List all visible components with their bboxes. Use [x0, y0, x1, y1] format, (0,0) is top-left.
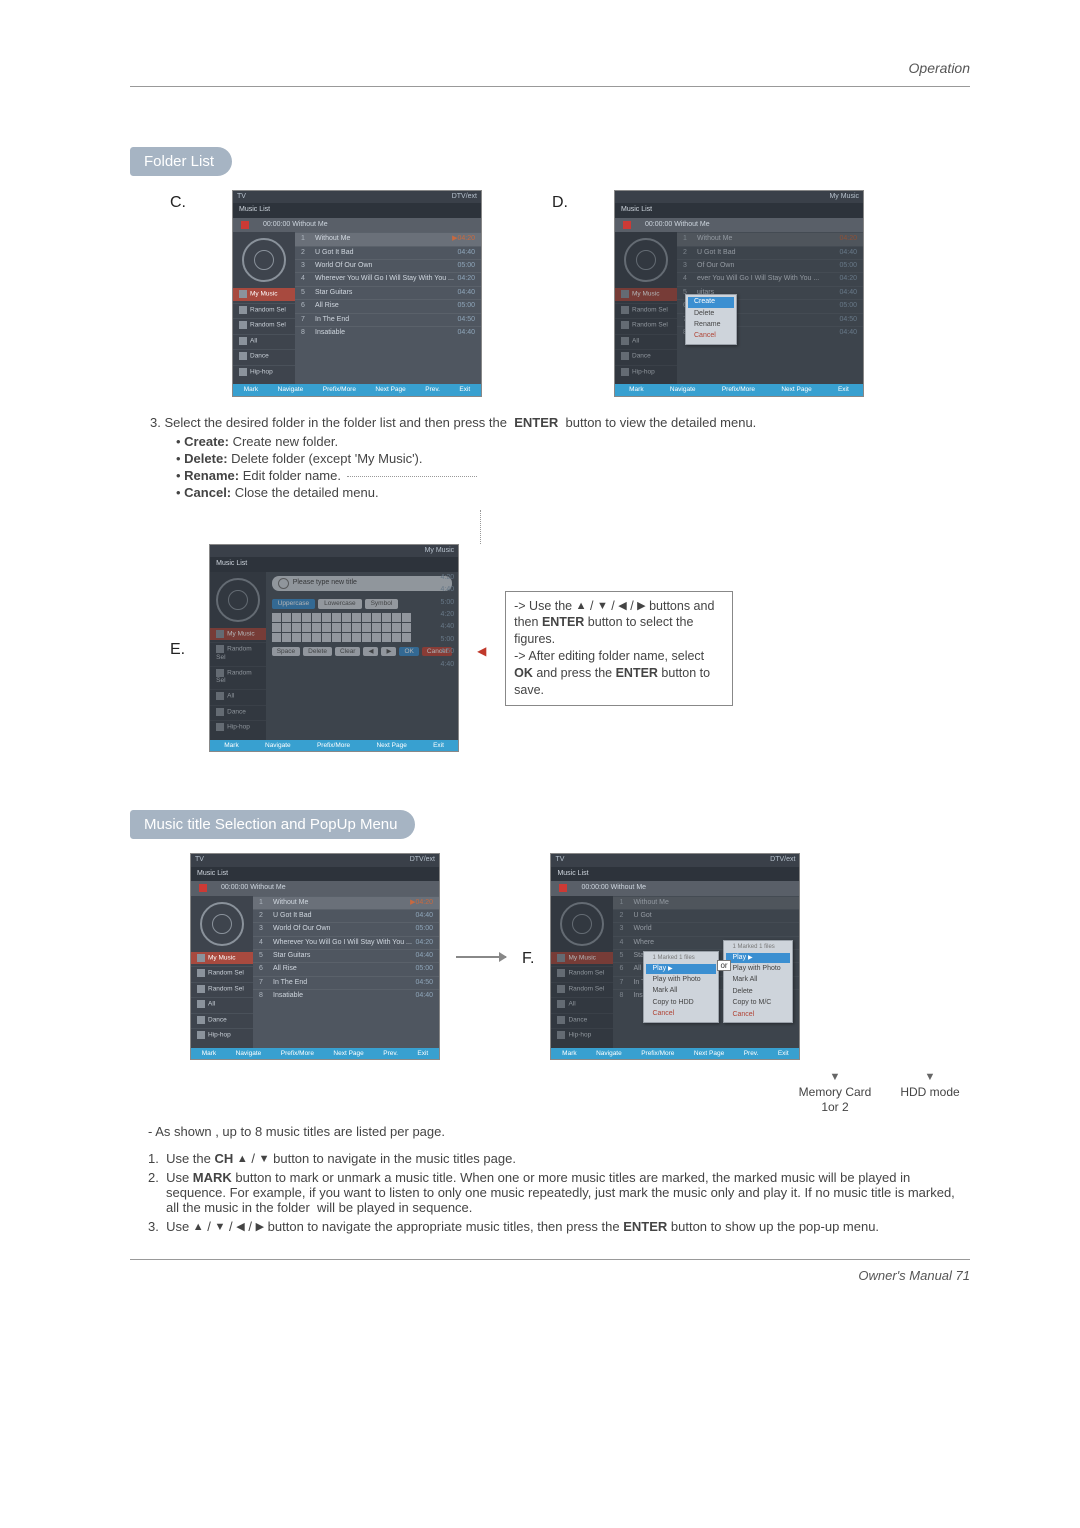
folder-bullets: • Create: Create new folder. • Delete: D… — [176, 434, 970, 500]
dial-icon — [624, 238, 668, 282]
folder-step3: 3. Select the desired folder in the fold… — [150, 415, 970, 430]
arrow-right-icon — [456, 956, 506, 958]
top-rule — [130, 86, 970, 87]
mode-sublabels: Memory Card 1or 2 HDD mode — [670, 1070, 970, 1115]
popup-play[interactable]: Play ▶ — [726, 953, 790, 963]
scrD-top-right: My Music — [829, 193, 859, 201]
or-badge: or — [717, 960, 730, 972]
side-item[interactable]: My Music — [615, 288, 677, 301]
scrC-sidebar: My Music Random Sel Random Sel All Dance… — [233, 232, 295, 384]
side-item[interactable]: Random Sel — [615, 318, 677, 332]
popup-play-photo[interactable]: Play with Photo — [726, 964, 790, 974]
music-step2: 2. Use MARK button to mark or unmark a m… — [148, 1170, 970, 1215]
screen-c: TV DTV/ext Music List 00:00:00 Without Me… — [232, 190, 482, 397]
side-item[interactable]: Hip-hop — [233, 365, 295, 379]
label-f: F. — [522, 950, 534, 968]
music-popup-mc[interactable]: 1 Marked 1 files Play ▶ Play with Photo … — [643, 951, 719, 1023]
scrC-crumb: Music List — [233, 203, 481, 217]
popup-rename[interactable]: Rename — [688, 320, 734, 330]
scrC-playbar: 00:00:00 Without Me — [233, 218, 481, 232]
side-item[interactable]: Random Sel — [615, 303, 677, 317]
label-c: C. — [170, 194, 186, 212]
popup-cancel[interactable]: Cancel — [688, 331, 734, 341]
scrC-list: 1Without Me▶04:20 2U Got It Bad04:40 3Wo… — [295, 232, 481, 384]
popup-delete[interactable]: Delete — [726, 987, 790, 997]
keyboard-title: Please type new title — [272, 576, 452, 591]
popup-create[interactable]: Create — [688, 297, 734, 307]
screen-f: TVDTV/ext Music List 00:00:00 Without Me… — [550, 853, 800, 1060]
scrE-crumb: Music List — [210, 557, 458, 571]
popup-mark-all[interactable]: Mark All — [726, 975, 790, 985]
scrD-playbar: 00:00:00 Without Me — [615, 218, 863, 232]
stop-icon — [623, 221, 631, 229]
scrC-top-left: TV — [237, 193, 246, 201]
section-header: Operation — [130, 60, 970, 76]
popup-delete[interactable]: Delete — [688, 309, 734, 319]
music-popup-hdd[interactable]: 1 Marked 1 files Play ▶ Play with Photo … — [723, 940, 793, 1024]
popup-copy-hdd[interactable]: Copy to HDD — [646, 998, 716, 1008]
scrC-top-right: DTV/ext — [452, 193, 477, 201]
music-step1: 1. Use the CH ▲ / ▼ button to navigate i… — [148, 1151, 970, 1166]
folder-list-pill: Folder List — [130, 147, 232, 176]
keyboard-actions[interactable]: SpaceDeleteClear◀▶OKCancel — [272, 647, 452, 657]
screen-d: My Music Music List 00:00:00 Without Me … — [614, 190, 864, 397]
popup-cancel[interactable]: Cancel — [646, 1009, 716, 1019]
rename-hint-box: -> Use the ▲ / ▼ / ◀ / ▶ buttons and the… — [505, 591, 733, 706]
side-item[interactable]: Dance — [233, 349, 295, 363]
side-item[interactable]: Random Sel — [233, 318, 295, 332]
page-footer: Owner's Manual 71 — [130, 1268, 970, 1283]
side-item[interactable]: Random Sel — [233, 303, 295, 317]
scrD-sidebar: My Music Random Sel Random Sel All Dance… — [615, 232, 677, 384]
keyboard-grid[interactable] — [272, 613, 452, 642]
screen-e: My Music Music List My Music Random Sel … — [209, 544, 459, 752]
note-dash: - As shown , up to 8 music titles are li… — [148, 1124, 970, 1139]
popup-cancel[interactable]: Cancel — [726, 1010, 790, 1020]
folder-popup[interactable]: Create Delete Rename Cancel — [685, 294, 737, 345]
popup-play-photo[interactable]: Play with Photo — [646, 975, 716, 985]
scrD-crumb: Music List — [615, 203, 863, 217]
keyboard-tabs[interactable]: UppercaseLowercaseSymbol — [272, 599, 452, 609]
label-d: D. — [552, 194, 568, 212]
screen-bottom-left: TVDTV/ext Music List 00:00:00 Without Me… — [190, 853, 440, 1060]
scrC-footer: MarkNavigatePrefix/MoreNext PagePrev.Exi… — [233, 384, 481, 396]
stop-icon — [241, 221, 249, 229]
bottom-rule — [130, 1259, 970, 1260]
side-item[interactable]: Dance — [615, 349, 677, 363]
arrow-left-icon — [477, 643, 487, 653]
popup-play[interactable]: Play ▶ — [646, 964, 716, 974]
music-title-pill: Music title Selection and PopUp Menu — [130, 810, 415, 839]
side-item[interactable]: My Music — [233, 288, 295, 301]
label-e: E. — [170, 641, 185, 659]
scrD-footer: MarkNavigatePrefix/MoreNext PageExit — [615, 384, 863, 396]
music-step3: 3. Use ▲ / ▼ / ◀ / ▶ button to navigate … — [148, 1219, 970, 1234]
popup-copy-mc[interactable]: Copy to M/C — [726, 998, 790, 1008]
dial-icon — [242, 238, 286, 282]
side-item[interactable]: All — [615, 334, 677, 348]
side-item[interactable]: Hip-hop — [615, 365, 677, 379]
popup-mark-all[interactable]: Mark All — [646, 986, 716, 996]
side-item[interactable]: All — [233, 334, 295, 348]
